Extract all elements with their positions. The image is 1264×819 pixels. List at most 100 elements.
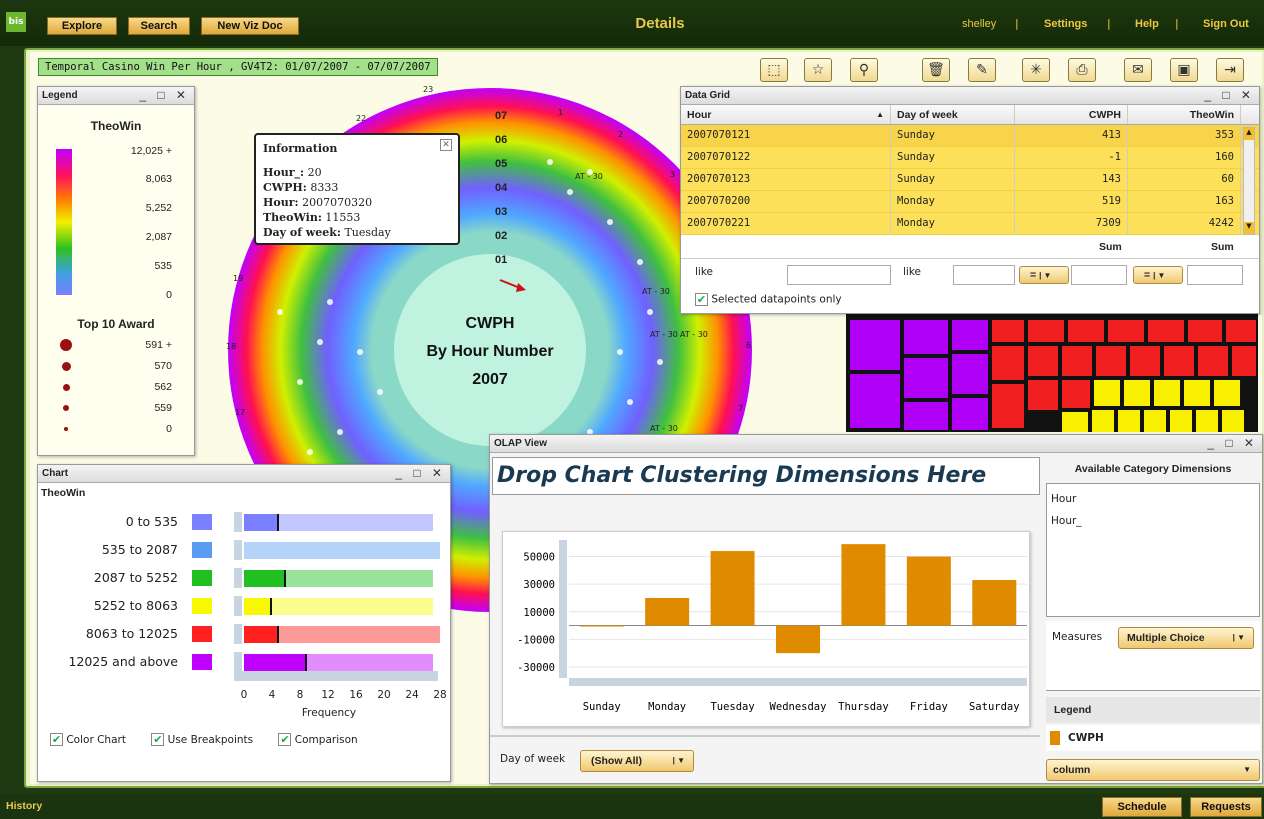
chart-type-select[interactable]: column ▼: [1046, 759, 1260, 781]
list-item[interactable]: Hour: [1051, 488, 1255, 510]
requests-button[interactable]: Requests: [1190, 797, 1262, 817]
bar-axis: [234, 652, 242, 672]
cwph-filter-input[interactable]: [1071, 265, 1127, 285]
award-dot: [64, 427, 68, 431]
legend-tick: 12,025 +: [130, 145, 172, 157]
frequency-bar-row[interactable]: 5252 to 8063: [38, 596, 448, 616]
at-label: AT - 30: [642, 287, 670, 296]
theowin-operator-select[interactable]: = | ▼: [1133, 266, 1183, 284]
award-value: 0: [166, 423, 172, 435]
y-axis-bar: [559, 540, 567, 678]
award-dot: [62, 362, 71, 371]
help-link[interactable]: Help: [1135, 18, 1159, 30]
select-rect-icon[interactable]: ⬚: [760, 58, 788, 82]
available-dimensions-title: Available Category Dimensions: [1074, 463, 1232, 475]
explore-button[interactable]: Explore: [47, 17, 117, 35]
trash-icon[interactable]: 🗑: [922, 58, 950, 82]
spoke-label: 03: [495, 206, 508, 218]
category-label: 0 to 535: [125, 514, 178, 529]
search-button[interactable]: Search: [128, 17, 190, 35]
x-tick-label: Wednesday: [770, 701, 827, 713]
cwph-bar: [645, 597, 690, 626]
table-row[interactable]: 2007070121 Sunday 413 353: [681, 125, 1259, 147]
window-controls-icon[interactable]: _ □ ✕: [1204, 87, 1255, 104]
list-item[interactable]: Hour_: [1051, 510, 1255, 532]
frequency-bar-row[interactable]: 535 to 2087: [38, 540, 448, 560]
status-bar: History Schedule Requests: [0, 794, 1264, 819]
settings-link[interactable]: Settings: [1044, 18, 1087, 30]
measures-select[interactable]: Multiple Choice | ▼: [1118, 627, 1254, 649]
save-icon[interactable]: ▣: [1170, 58, 1198, 82]
print-icon[interactable]: ⎙: [1068, 58, 1096, 82]
table-row[interactable]: 2007070200 Monday 519 163: [681, 191, 1259, 213]
checkbox[interactable]: ✔: [50, 733, 63, 746]
mail-icon[interactable]: ✉: [1124, 58, 1152, 82]
ring-number: 18: [226, 342, 237, 351]
data-grid-header[interactable]: Data Grid _ □ ✕: [681, 87, 1259, 105]
window-controls-icon[interactable]: _ □ ✕: [1207, 435, 1258, 452]
star-icon[interactable]: ☆: [804, 58, 832, 82]
day-filter-input[interactable]: [953, 265, 1015, 285]
cwph-operator-select[interactable]: = | ▼: [1019, 266, 1069, 284]
close-icon[interactable]: ✕: [440, 139, 452, 151]
zoom-icon[interactable]: ⚲: [850, 58, 878, 82]
checkbox[interactable]: ✔: [695, 293, 708, 306]
measures-label: Measures: [1052, 631, 1103, 643]
frequency-bar-row[interactable]: 2087 to 5252: [38, 568, 448, 588]
x-axis-label: Frequency: [301, 707, 357, 719]
info-row: TheoWin: 11553: [263, 211, 361, 224]
selected-only-option[interactable]: ✔ Selected datapoints only: [695, 293, 842, 306]
column-header-theowin[interactable]: TheoWin: [1128, 105, 1241, 124]
checkbox[interactable]: ✔: [278, 733, 292, 746]
olap-panel-header[interactable]: OLAP View _ □ ✕: [490, 435, 1262, 453]
use-breakpoints-option[interactable]: ✔ Use Breakpoints: [151, 733, 253, 746]
frequency-bar-row[interactable]: 8063 to 12025: [38, 624, 448, 644]
ring-number: 22: [356, 114, 367, 123]
day-filter-select[interactable]: (Show All) | ▼: [580, 750, 694, 772]
spoke-label: 05: [495, 158, 508, 170]
explode-icon[interactable]: ✳: [1022, 58, 1050, 82]
award-dot: [63, 384, 70, 391]
grid-scrollbar[interactable]: ▲ ▼: [1243, 127, 1255, 235]
scroll-down-icon[interactable]: ▼: [1244, 222, 1254, 234]
info-row: Hour: 2007070320: [263, 196, 373, 209]
checkbox[interactable]: ✔: [151, 733, 165, 746]
table-row[interactable]: 2007070123 Sunday 143 60: [681, 169, 1259, 191]
info-tooltip: Information ✕ Hour_: 20 CWPH: 8333 Hour:…: [254, 133, 460, 245]
ring-number: 2: [618, 130, 624, 139]
legend-panel-header[interactable]: Legend _ □ ✕: [38, 87, 194, 105]
column-header-hour[interactable]: Hour ▲: [681, 105, 891, 124]
window-controls-icon[interactable]: _ □ ✕: [139, 87, 190, 104]
frequency-bar-row[interactable]: 12025 and above: [38, 652, 448, 672]
hour-filter-input[interactable]: [787, 265, 891, 285]
table-row[interactable]: 2007070221 Monday 7309 4242: [681, 213, 1259, 235]
scroll-up-icon[interactable]: ▲: [1244, 128, 1254, 140]
column-header-day[interactable]: Day of week: [891, 105, 1015, 124]
award-value: 570: [154, 360, 172, 372]
info-title: Information: [263, 142, 338, 155]
sum-label: Sum: [1211, 241, 1234, 253]
treemap[interactable]: [846, 312, 1258, 432]
new-viz-doc-button[interactable]: New Viz Doc: [201, 17, 299, 35]
y-tick-label: 10000: [523, 607, 555, 619]
cwph-column-chart: 50000 30000 10000 -10000 -30000 Sunday Monday T…: [517, 540, 1027, 713]
drop-dimensions-zone[interactable]: Drop Chart Clustering Dimensions Here: [492, 457, 1040, 495]
color-chart-option[interactable]: ✔ Color Chart: [50, 733, 126, 746]
history-link[interactable]: History: [6, 800, 42, 812]
window-controls-icon[interactable]: _ □ ✕: [395, 465, 446, 482]
y-tick-label: 30000: [523, 579, 555, 591]
table-row[interactable]: 2007070122 Sunday -1 160: [681, 147, 1259, 169]
column-header-cwph[interactable]: CWPH: [1015, 105, 1128, 124]
theowin-filter-input[interactable]: [1187, 265, 1243, 285]
frequency-bar-row[interactable]: 0 to 535: [38, 512, 448, 532]
edit-icon[interactable]: ✎: [968, 58, 996, 82]
chart-panel-header[interactable]: Chart _ □ ✕: [38, 465, 450, 483]
comparison-option[interactable]: ✔ Comparison: [278, 733, 358, 746]
at-label: AT - 30: [575, 172, 603, 181]
schedule-button[interactable]: Schedule: [1102, 797, 1182, 817]
sign-out-link[interactable]: Sign Out: [1203, 18, 1249, 30]
exit-icon[interactable]: ⇥: [1216, 58, 1244, 82]
x-tick-label: Monday: [648, 701, 686, 713]
bar-axis: [234, 596, 242, 616]
legend-tick: 5,252: [145, 202, 172, 214]
